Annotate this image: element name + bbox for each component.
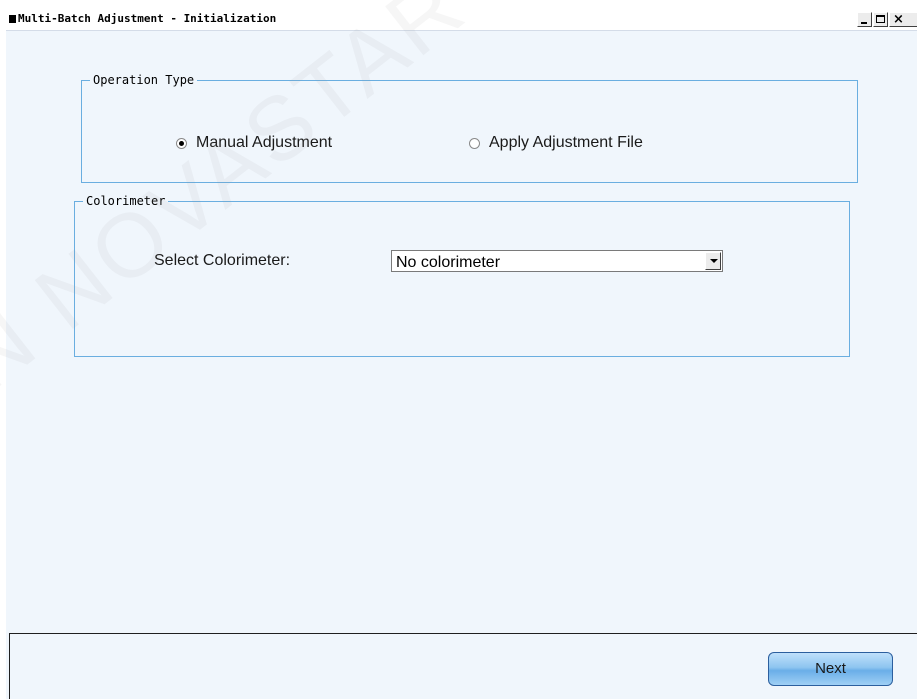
radio-manual-adjustment[interactable]: Manual Adjustment [176, 134, 332, 152]
window-title: Multi-Batch Adjustment - Initialization [18, 12, 277, 25]
minimize-button[interactable] [857, 12, 872, 27]
colorimeter-label: Colorimeter [83, 194, 169, 208]
radio-apply-adjustment-file[interactable]: Apply Adjustment File [469, 134, 643, 152]
maximize-icon [876, 15, 885, 23]
radio-apply-adjustment-file-label: Apply Adjustment File [489, 134, 643, 151]
radio-unchecked-icon [469, 137, 480, 149]
chevron-down-icon[interactable] [705, 252, 721, 270]
select-colorimeter-label: Select Colorimeter: [154, 252, 291, 269]
maximize-button[interactable] [873, 12, 888, 27]
colorimeter-select-value: No colorimeter [396, 254, 501, 271]
close-button[interactable]: × [889, 12, 917, 27]
operation-type-group: Operation Type Manual Adjustment Apply A… [81, 73, 858, 183]
app-icon [9, 15, 16, 23]
title-bar[interactable]: Multi-Batch Adjustment - Initialization … [6, 10, 917, 31]
colorimeter-select[interactable]: No colorimeter [391, 250, 723, 272]
next-button[interactable]: Next [768, 652, 893, 686]
main-window: Multi-Batch Adjustment - Initialization … [6, 10, 917, 699]
colorimeter-group: Colorimeter Select Colorimeter: No color… [74, 194, 850, 357]
radio-manual-adjustment-label: Manual Adjustment [196, 134, 333, 151]
radio-checked-icon [176, 137, 187, 149]
close-icon: × [893, 12, 904, 27]
operation-type-label: Operation Type [90, 73, 198, 87]
minimize-icon [861, 22, 867, 24]
